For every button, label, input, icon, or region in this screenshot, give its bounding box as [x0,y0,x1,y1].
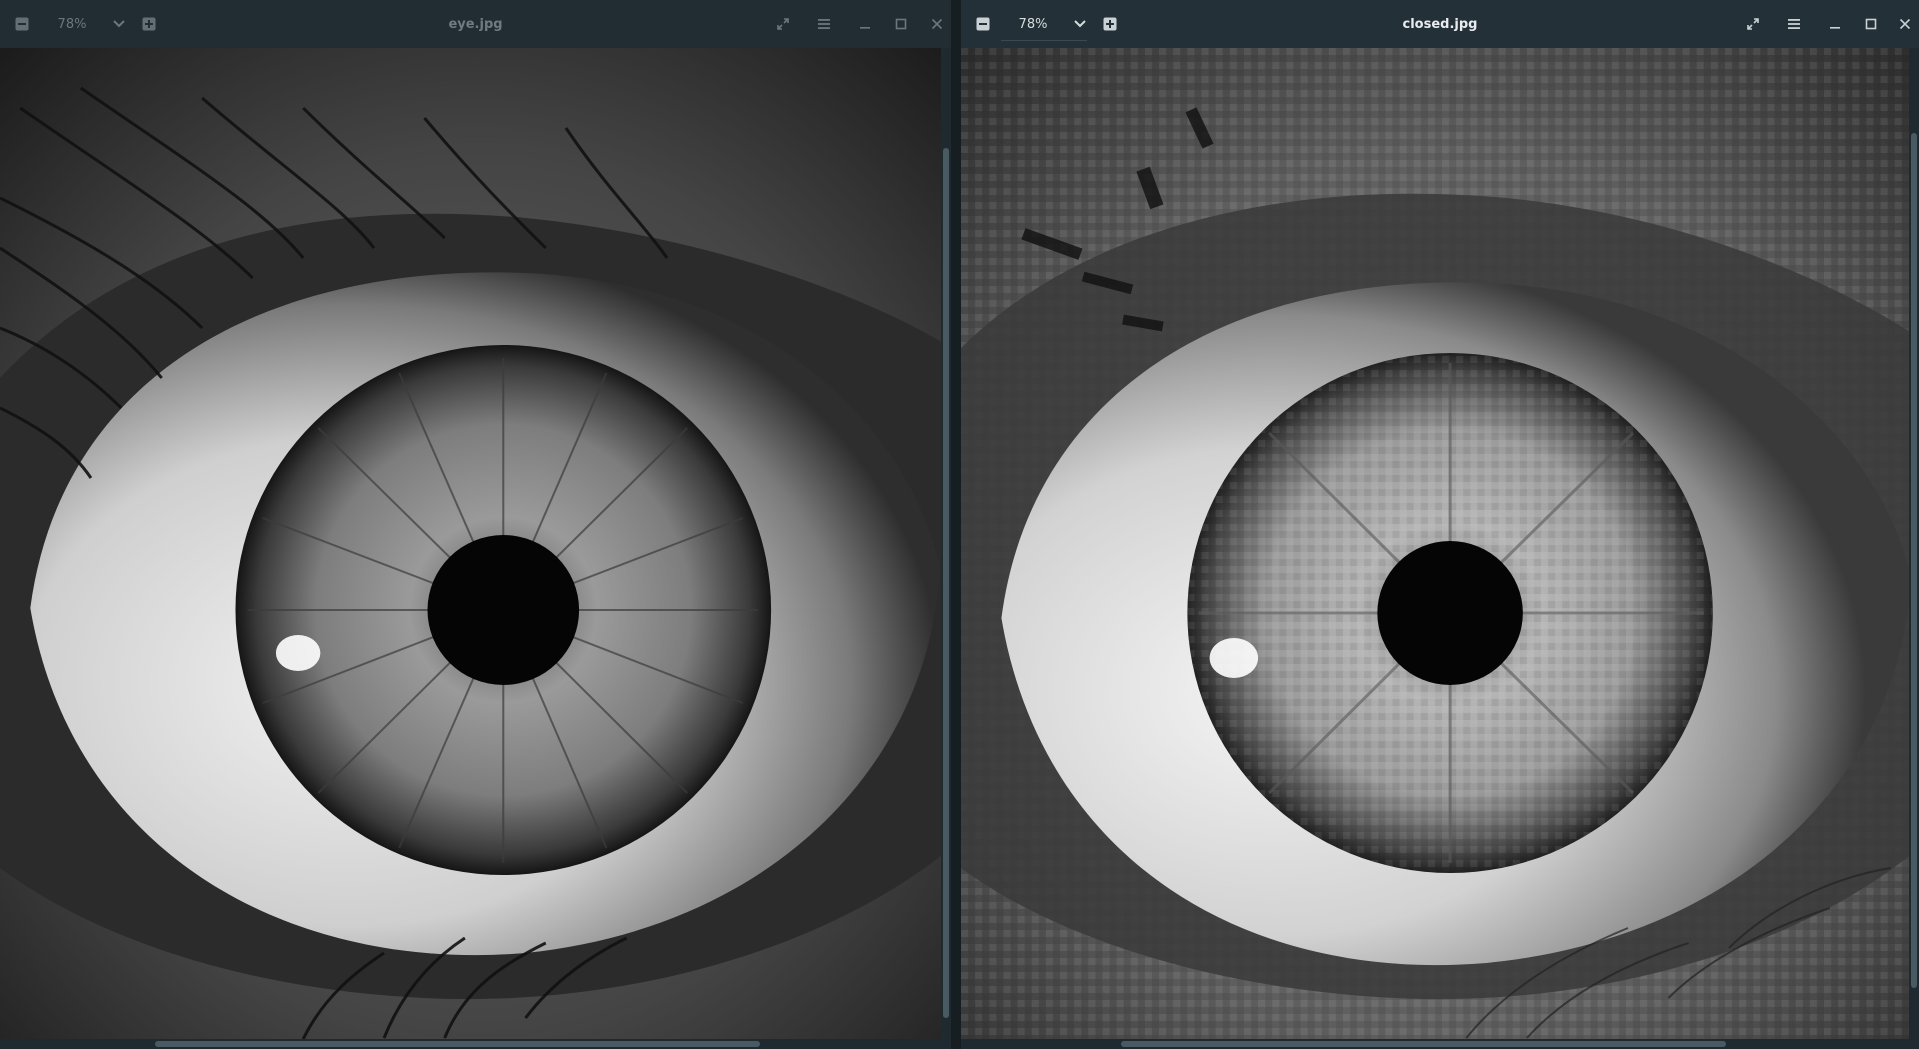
minimize-icon [1830,27,1840,29]
zoom-out-icon [976,17,990,31]
zoom-in-button[interactable] [1096,10,1124,38]
zoom-out-icon [15,17,29,31]
zoom-out-button[interactable] [8,10,36,38]
zoom-in-button[interactable] [135,10,163,38]
window-gap [951,0,961,1049]
eye-photo [0,48,951,1039]
zoom-combo-underline [1001,40,1087,41]
menu-button[interactable] [1780,10,1808,38]
menu-icon [818,19,830,29]
minimize-icon [860,27,870,29]
zoom-combo[interactable]: 78% [40,10,126,38]
menu-button[interactable] [810,10,838,38]
minimize-button[interactable] [851,10,879,38]
horizontal-scrollbar[interactable] [0,1039,951,1049]
close-button[interactable] [923,10,951,38]
zoom-in-icon [1103,17,1117,31]
chevron-down-icon [1074,20,1086,28]
maximize-icon [895,18,907,30]
maximize-button[interactable] [1857,10,1885,38]
zoom-out-button[interactable] [969,10,997,38]
zoom-combo[interactable]: 78% [1001,10,1087,41]
zoom-level: 78% [1018,16,1048,32]
close-icon [931,18,943,30]
close-icon [1899,18,1911,30]
image-canvas[interactable] [0,48,951,1039]
vertical-scrollbar[interactable] [1909,48,1919,1039]
fullscreen-icon [777,18,789,30]
vertical-scroll-thumb[interactable] [1911,133,1917,988]
horizontal-scroll-thumb[interactable] [155,1041,760,1047]
minimize-button[interactable] [1821,10,1849,38]
image-viewer-window-right: 78% closed.jpg [961,0,1919,1049]
maximize-button[interactable] [887,10,915,38]
image-canvas[interactable] [961,48,1919,1039]
chevron-down-icon [113,20,125,28]
header-bar: 78% eye.jpg [0,0,951,49]
header-bar: 78% closed.jpg [961,0,1919,49]
vertical-scroll-thumb[interactable] [943,148,949,1018]
eye-photo-blocky [961,48,1919,1039]
maximize-icon [1865,18,1877,30]
zoom-level: 78% [57,16,87,32]
vertical-scrollbar[interactable] [941,48,951,1039]
close-button[interactable] [1891,10,1919,38]
image-viewer-window-left: 78% eye.jpg [0,0,951,1049]
horizontal-scrollbar[interactable] [961,1039,1919,1049]
fullscreen-icon [1747,18,1759,30]
horizontal-scroll-thumb[interactable] [1121,1041,1726,1047]
fullscreen-button[interactable] [769,10,797,38]
menu-icon [1788,19,1800,29]
fullscreen-button[interactable] [1739,10,1767,38]
zoom-in-icon [142,17,156,31]
